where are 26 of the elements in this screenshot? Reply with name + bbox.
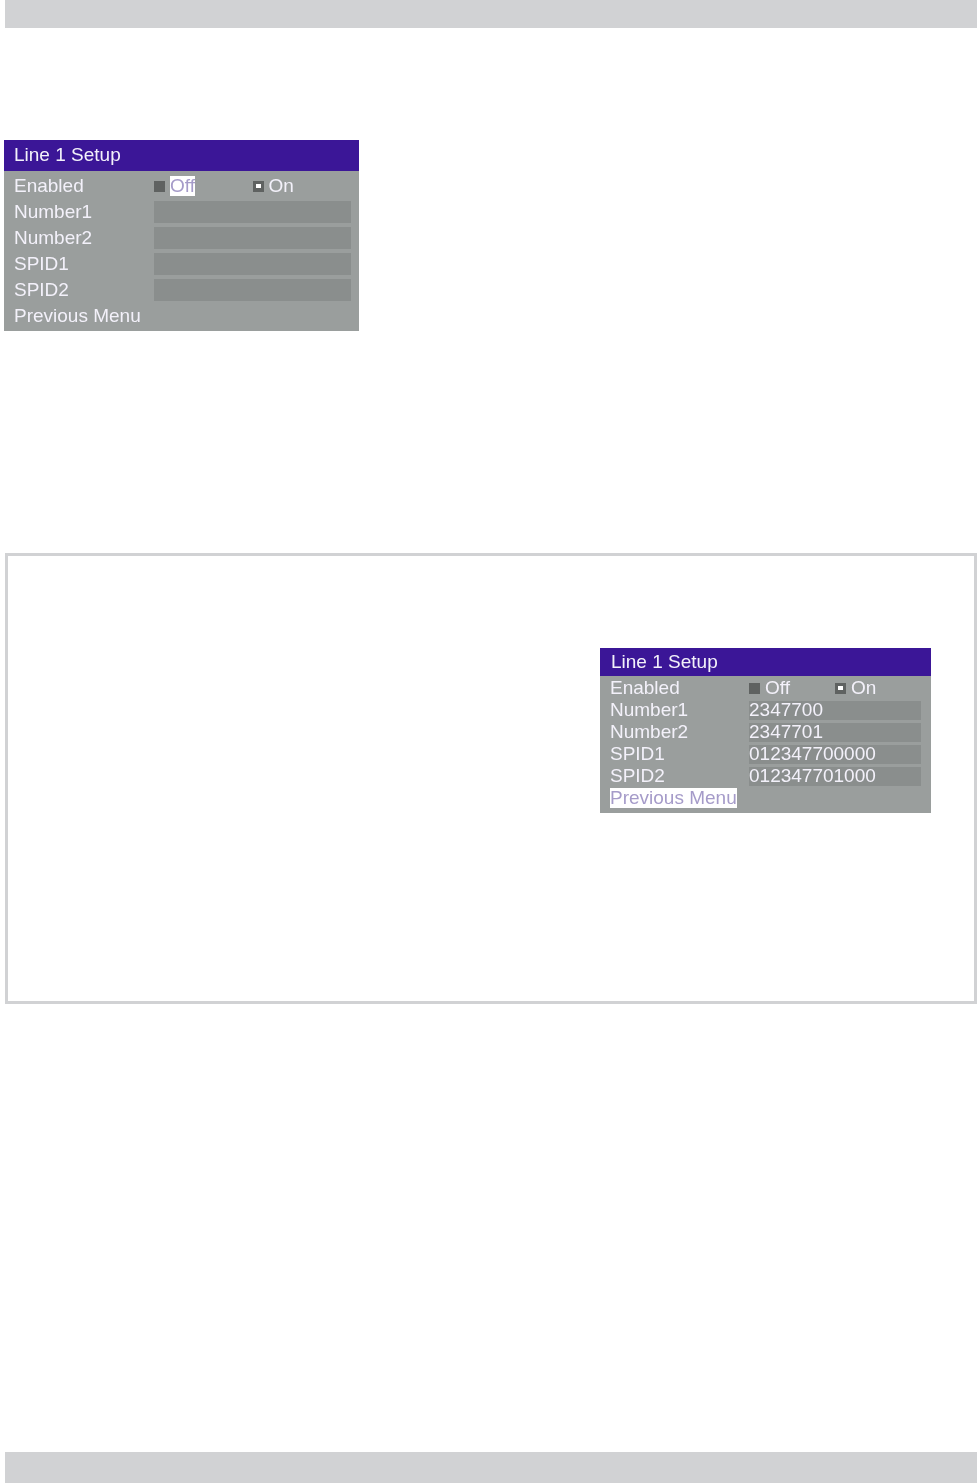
field-label: SPID2 [610,764,665,786]
field-label: Enabled [14,174,84,196]
field-label: SPID2 [14,278,69,300]
field-label: SPID1 [14,252,69,274]
option-label[interactable]: On [268,176,294,196]
field-label: Number2 [14,226,93,248]
field-label: Number1 [610,698,689,720]
previous-menu-item[interactable]: Previous Menu [610,788,737,808]
field-label: Enabled [610,676,680,698]
radio-icon[interactable] [154,180,165,192]
radio-icon[interactable] [835,682,846,694]
menu-title: Line 1 Setup [600,648,931,676]
field-label: SPID1 [610,742,665,764]
option-label[interactable]: Off [170,176,195,196]
option-label[interactable]: On [851,678,877,698]
field-label: Number2 [610,720,689,742]
input-field[interactable]: 012347700000 [749,744,921,764]
field-label: Number1 [14,200,93,222]
option-label[interactable]: Off [765,678,790,698]
input-field[interactable]: 2347701 [749,722,921,742]
input-field[interactable]: 012347701000 [749,766,921,786]
radio-icon[interactable] [252,180,264,192]
previous-menu-item[interactable]: Previous Menu [14,306,141,326]
menu-title: Line 1 Setup [4,140,359,171]
input-field[interactable]: 2347700 [749,700,921,720]
radio-icon[interactable] [749,682,760,694]
